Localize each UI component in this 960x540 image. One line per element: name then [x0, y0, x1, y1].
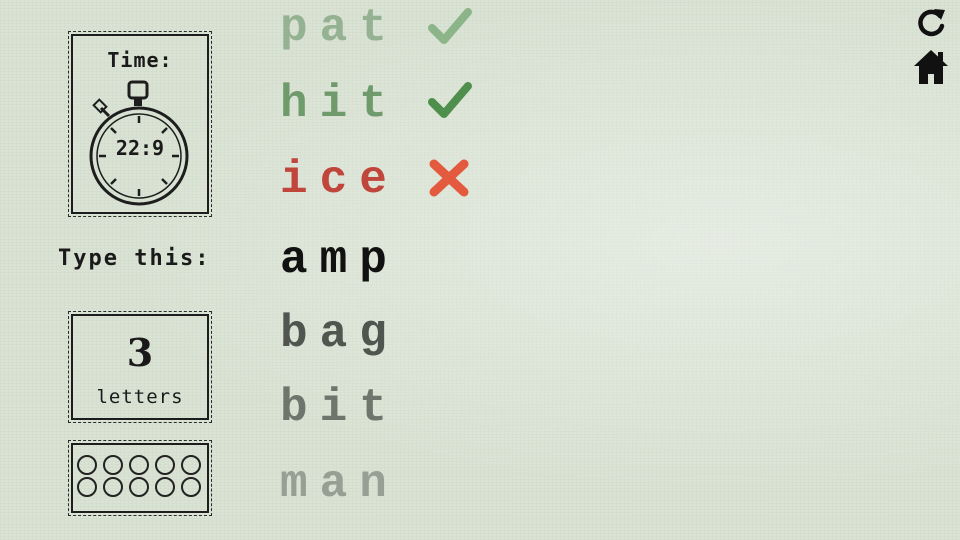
progress-dot — [181, 455, 201, 475]
progress-dot — [103, 477, 123, 497]
upcoming-word: bit — [280, 382, 399, 434]
progress-dot — [155, 477, 175, 497]
current-word: amp — [280, 234, 399, 286]
completed-word: ice — [280, 154, 399, 206]
progress-dot — [77, 477, 97, 497]
progress-dot — [129, 455, 149, 475]
letters-panel: 3 letters — [68, 311, 212, 423]
completed-word: hit — [280, 78, 399, 130]
progress-dot — [77, 455, 97, 475]
progress-dot — [129, 477, 149, 497]
timer-value: 22:9 — [115, 136, 165, 160]
checkmark-icon — [428, 82, 472, 118]
cross-icon — [429, 159, 469, 197]
timer-label: Time: — [107, 48, 173, 72]
letters-label: letters — [96, 386, 184, 408]
progress-dots — [77, 455, 201, 497]
progress-dot — [155, 455, 175, 475]
upcoming-word: bag — [280, 308, 399, 360]
type-this-label: Type this: — [58, 246, 211, 271]
progress-dot — [103, 455, 123, 475]
upcoming-word: man — [280, 458, 399, 510]
refresh-icon[interactable] — [914, 6, 948, 40]
letters-count: 3 — [126, 330, 154, 375]
checkmark-icon — [428, 8, 472, 44]
timer-panel: Time: 22:9 — [68, 31, 212, 217]
progress-dots-panel — [68, 440, 212, 516]
progress-dot — [181, 477, 201, 497]
completed-word: pat — [280, 2, 399, 54]
home-icon[interactable] — [912, 48, 950, 86]
